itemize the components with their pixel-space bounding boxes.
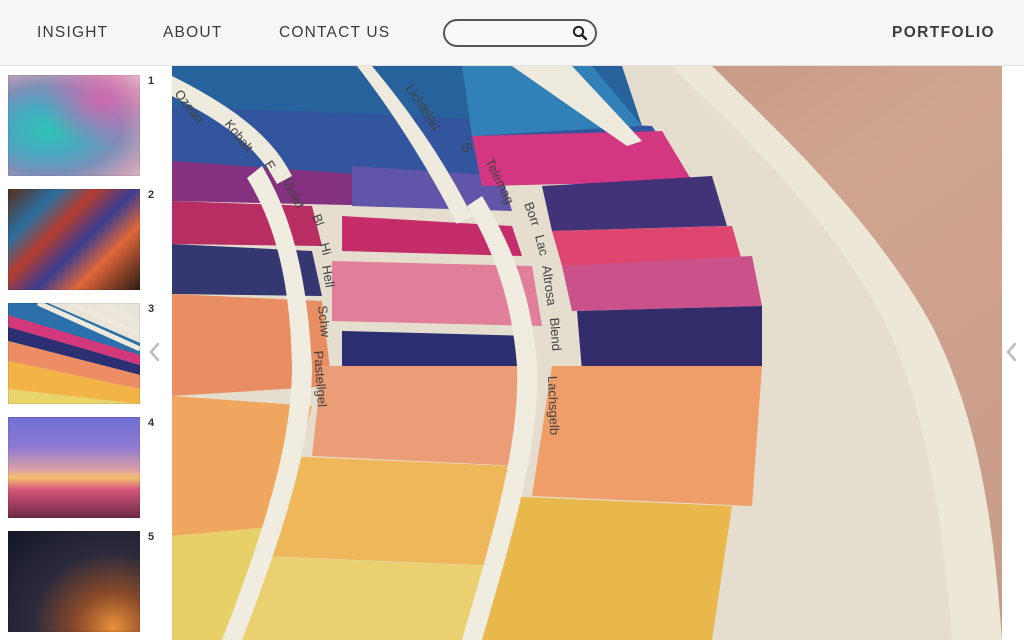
nav-about-link[interactable]: ABOUT <box>163 24 222 42</box>
previous-arrow-icon[interactable] <box>148 340 162 364</box>
thumbnail-1[interactable] <box>8 75 140 176</box>
thumbnail-number-5: 5 <box>148 531 155 543</box>
main-image: Ozean Kobalt E Violet Bl Hi Hell Schw Pa… <box>172 66 1002 640</box>
thumbnail-number-2: 2 <box>148 189 155 201</box>
thumbnail-2[interactable] <box>8 189 140 290</box>
color-swatch-fan-image: Ozean Kobalt E Violet Bl Hi Hell Schw Pa… <box>172 66 1002 640</box>
search-icon[interactable] <box>572 25 588 41</box>
thumbnail-4[interactable] <box>8 417 140 518</box>
nav-insight-link[interactable]: INSIGHT <box>37 24 108 42</box>
nav-contact-us-link[interactable]: CONTACT US <box>279 24 390 42</box>
thumbnail-number-1: 1 <box>148 75 155 87</box>
thumbnail-number-3: 3 <box>148 303 155 315</box>
next-arrow-icon[interactable] <box>1005 340 1019 364</box>
thumbnail-3[interactable] <box>8 303 140 404</box>
thumbnail-number-4: 4 <box>148 417 155 429</box>
search-box <box>443 19 597 47</box>
search-input[interactable] <box>455 24 569 42</box>
top-navigation-bar: INSIGHT ABOUT CONTACT US PORTFOLIO <box>0 0 1024 66</box>
thumbnail-5[interactable] <box>8 531 140 632</box>
brand-portfolio[interactable]: PORTFOLIO <box>892 24 995 42</box>
